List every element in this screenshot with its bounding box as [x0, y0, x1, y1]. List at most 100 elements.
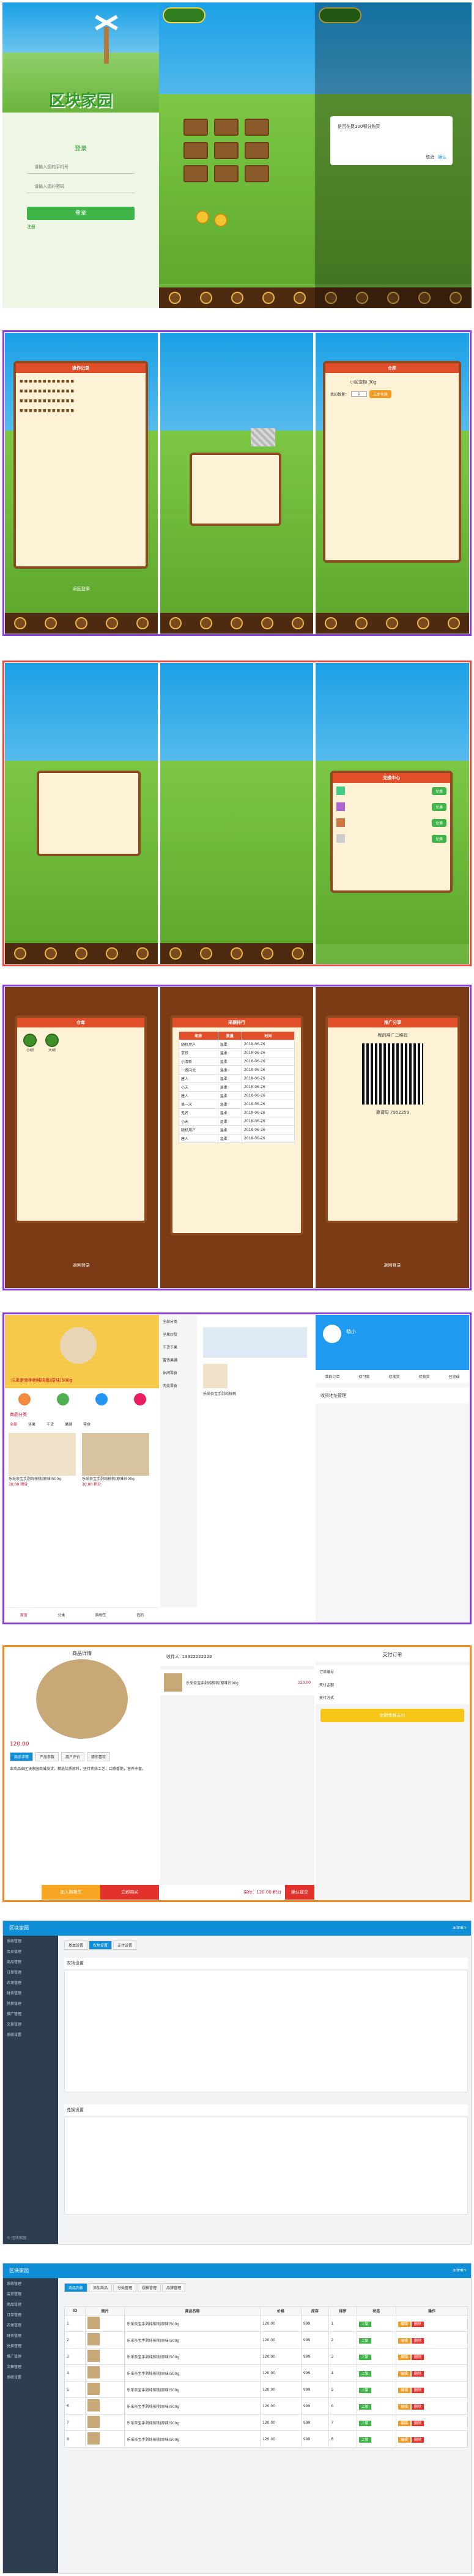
category-item[interactable]: 干货干果 — [160, 1341, 197, 1353]
sidebar-item[interactable]: 文章管理 — [3, 2019, 58, 2029]
admin-user[interactable]: admin — [453, 2268, 466, 2273]
tool-icon[interactable] — [262, 292, 275, 304]
status-badge[interactable]: 上架 — [358, 2371, 371, 2377]
tool-icon[interactable] — [45, 947, 57, 960]
coin-icon[interactable] — [196, 210, 209, 224]
tool-icon[interactable] — [45, 617, 57, 629]
tool-icon[interactable] — [324, 292, 337, 304]
exchange-button[interactable]: 兑换 — [431, 834, 446, 843]
sidebar-item[interactable]: 农场管理 — [3, 2320, 58, 2330]
tool-icon[interactable] — [292, 617, 304, 629]
tool-icon[interactable] — [418, 292, 431, 304]
tab-detail[interactable]: 用户评价 — [61, 1752, 85, 1761]
tool-icon[interactable] — [200, 617, 212, 629]
delete-button[interactable]: 删除 — [412, 2371, 424, 2377]
sidebar-item[interactable]: 系统设置 — [3, 2029, 58, 2040]
delete-button[interactable]: 删除 — [412, 2354, 424, 2360]
address-setting[interactable]: 收货地址管理 — [316, 1388, 469, 1404]
edit-button[interactable]: 编辑 — [398, 2321, 410, 2327]
sidebar-item[interactable]: 商品管理 — [3, 1956, 58, 1967]
tool-icon[interactable] — [355, 617, 368, 629]
pay-button[interactable]: 使用余额支付 — [320, 1709, 464, 1722]
sidebar-item[interactable]: 订单管理 — [3, 1967, 58, 1977]
tool-icon[interactable] — [75, 947, 87, 960]
nav-icon[interactable] — [18, 1393, 31, 1405]
edit-button[interactable]: 编辑 — [398, 2387, 410, 2393]
nav-category[interactable]: 分类 — [57, 1612, 65, 1618]
nav-mine[interactable]: 我的 — [136, 1612, 144, 1618]
add-cart-button[interactable]: 加入购物车 — [42, 1885, 100, 1900]
sidebar-item[interactable]: 推广管理 — [3, 2008, 58, 2019]
tool-icon[interactable] — [293, 292, 306, 304]
status-badge[interactable]: 上架 — [358, 2337, 371, 2344]
exit-link[interactable]: 返回登录 — [5, 1262, 158, 1268]
tool-icon[interactable] — [14, 617, 26, 629]
tab-products[interactable]: 品牌管理 — [162, 2283, 186, 2292]
tool-icon[interactable] — [417, 617, 429, 629]
tool-icon[interactable] — [14, 947, 26, 960]
sidebar-item[interactable]: 会员管理 — [3, 2289, 58, 2299]
sidebar-item[interactable]: 系统设置 — [3, 2372, 58, 2382]
nav-icon[interactable] — [95, 1393, 108, 1405]
tab-category[interactable]: 全部 — [10, 1421, 17, 1427]
sidebar-item[interactable]: 推广管理 — [3, 2351, 58, 2361]
sidebar-item[interactable]: 财务管理 — [3, 1988, 58, 1998]
tool-icon[interactable] — [325, 617, 338, 629]
exit-link[interactable]: 返回登录 — [5, 586, 158, 592]
status-badge[interactable]: 上架 — [358, 2321, 371, 2327]
submit-order-button[interactable]: 确认提交 — [285, 1885, 314, 1900]
status-badge[interactable]: 上架 — [358, 2387, 371, 2393]
edit-button[interactable]: 编辑 — [398, 2420, 410, 2426]
edit-button[interactable]: 编辑 — [398, 2404, 410, 2410]
nav-icon[interactable] — [133, 1393, 146, 1405]
tool-icon[interactable] — [386, 617, 399, 629]
order-menu-item[interactable]: 待付款 — [358, 1374, 369, 1379]
username-input[interactable] — [27, 161, 135, 174]
address[interactable]: 收件人: 13322222222 — [160, 1648, 314, 1666]
farm-plot[interactable] — [183, 119, 208, 136]
product-card[interactable]: 乐采奈宝手剥纯核桃(原味)500g 30.00 积分 — [82, 1433, 149, 1487]
edit-button[interactable]: 编辑 — [398, 2337, 410, 2344]
avatar[interactable] — [163, 7, 206, 23]
category-item[interactable]: 全部分类 — [160, 1315, 197, 1328]
delete-button[interactable]: 删除 — [412, 2321, 424, 2327]
tool-icon[interactable] — [447, 617, 460, 629]
tool-icon[interactable] — [169, 947, 182, 960]
delete-button[interactable]: 删除 — [412, 2404, 424, 2410]
cancel-button[interactable]: 取消 — [426, 154, 434, 160]
tab-settings[interactable]: 基本设置 — [64, 1941, 88, 1950]
edit-button[interactable]: 编辑 — [398, 2371, 410, 2377]
status-badge[interactable]: 上架 — [358, 2404, 371, 2410]
tree-item[interactable]: 大树 — [45, 1034, 59, 1053]
delete-button[interactable]: 删除 — [412, 2387, 424, 2393]
coin-icon[interactable] — [214, 213, 228, 227]
order-menu-item[interactable]: 待收货 — [418, 1374, 429, 1379]
exit-link[interactable]: 返回登录 — [316, 1262, 469, 1268]
admin-user[interactable]: admin — [453, 1925, 466, 1930]
sidebar-item[interactable]: 会员管理 — [3, 1946, 58, 1956]
edit-button[interactable]: 编辑 — [398, 2437, 410, 2443]
status-badge[interactable]: 上架 — [358, 2420, 371, 2426]
order-menu-item[interactable]: 待发货 — [388, 1374, 399, 1379]
category-item[interactable]: 蜜饯果脯 — [160, 1353, 197, 1366]
tab-products[interactable]: 添加商品 — [89, 2283, 113, 2292]
tool-icon[interactable] — [387, 292, 399, 304]
tool-icon[interactable] — [200, 947, 212, 960]
tool-icon[interactable] — [75, 617, 87, 629]
farm-plot[interactable] — [245, 142, 269, 159]
tool-icon[interactable] — [199, 292, 212, 304]
tool-icon[interactable] — [136, 947, 149, 960]
qr-code[interactable] — [362, 1043, 423, 1105]
buy-now-button[interactable]: 立即购买 — [100, 1885, 159, 1900]
farm-plot[interactable] — [245, 119, 269, 136]
tool-icon[interactable] — [169, 617, 182, 629]
avatar[interactable] — [319, 7, 361, 23]
farm-plot[interactable] — [183, 165, 208, 182]
tool-icon[interactable] — [136, 617, 149, 629]
tool-icon[interactable] — [261, 947, 273, 960]
sidebar-item[interactable]: 兑换管理 — [3, 1998, 58, 2008]
delete-button[interactable]: 删除 — [412, 2337, 424, 2344]
tree-item[interactable]: 小树 — [23, 1034, 37, 1053]
farm-plot[interactable] — [214, 142, 239, 159]
sidebar-item[interactable]: 文章管理 — [3, 2361, 58, 2372]
